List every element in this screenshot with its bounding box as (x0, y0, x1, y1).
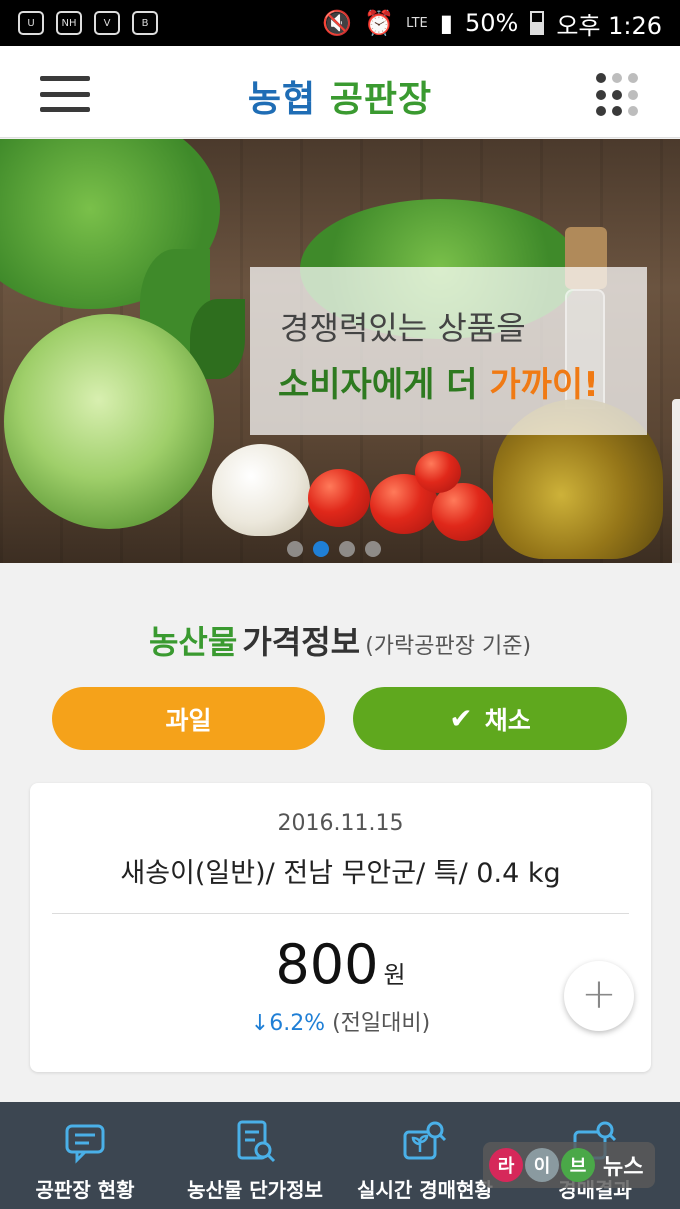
tab-vegetable-label: 채소 (484, 705, 531, 735)
signal-icon: ▮ (439, 9, 453, 37)
price-unit: 원 (383, 961, 406, 989)
band-icon: B (132, 11, 158, 35)
price-card[interactable]: 2016.11.15 새송이(일반)/ 전남 무안군/ 특/ 0.4 kg 80… (30, 783, 651, 1072)
chat-bubble-icon (65, 1124, 105, 1164)
banner-line-1: 경쟁력있는 상품을 (280, 309, 526, 347)
watermark-text: 뉴스 (603, 1155, 644, 1180)
banner-line-2-main: 소비자에게 더 (278, 365, 490, 405)
watermark-badge: 라 이 브 뉴스 (483, 1142, 655, 1188)
logo-gongpanjang: 공판장 (329, 79, 433, 120)
pager-dot[interactable] (287, 541, 303, 557)
title-price-info: 가격정보 (242, 623, 361, 661)
price-number: 800 (275, 933, 379, 996)
price-date: 2016.11.15 (277, 811, 404, 836)
card-divider (52, 913, 629, 914)
pager-dot-active[interactable] (313, 541, 329, 557)
promo-banner[interactable]: 경쟁력있는 상품을 소비자에게 더 가까이! (0, 139, 680, 563)
check-icon: ✔ (449, 702, 473, 735)
lte-label: LTE (406, 15, 428, 31)
banner-line-2: 소비자에게 더 가까이! (278, 357, 599, 406)
nav-label: 공판장 현황 (35, 1178, 135, 1202)
pager-dot[interactable] (339, 541, 355, 557)
expand-plus-icon[interactable]: + (564, 961, 634, 1031)
alarm-icon: ⏰ (364, 9, 395, 37)
price-value: 800 원 (30, 933, 651, 996)
price-change: ↓6.2% (전일대비) (30, 1005, 651, 1037)
price-info-title: 농산물 가격정보 (가락공판장 기준) (0, 617, 680, 663)
next-slide-peek (672, 399, 680, 563)
title-produce: 농산물 (148, 623, 238, 661)
cabbage-image (4, 314, 214, 529)
nh-shield-icon: NH (56, 11, 82, 35)
change-compare: (전일대비) (332, 1011, 431, 1036)
logo-nonghyup: 농협 (247, 79, 317, 120)
app-header: 농협 공판장 (0, 46, 680, 138)
banner-pager[interactable] (287, 541, 381, 557)
apps-grid-icon[interactable] (596, 73, 640, 117)
item-description: 새송이(일반)/ 전남 무안군/ 특/ 0.4 kg (120, 858, 561, 889)
watermark-char: 라 (489, 1148, 523, 1182)
tab-fruit-label: 과일 (165, 705, 212, 735)
nav-label: 농산물 단가정보 (187, 1178, 323, 1202)
mute-icon: 🔇 (322, 9, 353, 37)
banner-text-box: 경쟁력있는 상품을 소비자에게 더 가까이! (250, 267, 647, 435)
tab-fruit[interactable]: 과일 (52, 687, 325, 750)
battery-icon (530, 11, 545, 35)
clock: 오후 1:26 (556, 11, 662, 40)
app-logo[interactable]: 농협 공판장 (0, 70, 680, 122)
document-search-icon (237, 1120, 276, 1163)
title-basis: (가락공판장 기준) (365, 634, 532, 659)
watermark-char: 브 (561, 1148, 595, 1182)
v3-icon: V (94, 11, 120, 35)
pager-dot[interactable] (365, 541, 381, 557)
sprout-search-icon (403, 1121, 447, 1160)
garlic-image (212, 444, 310, 536)
nav-market-status[interactable]: 공판장 현황 (0, 1102, 170, 1209)
u-plus-icon: U (18, 11, 44, 35)
status-bar: U NH V B 🔇 ⏰ LTE ▮ 50% 오후 1:26 (0, 0, 680, 46)
tab-vegetable[interactable]: ✔ 채소 (353, 687, 627, 750)
nav-unit-price[interactable]: 농산물 단가정보 (170, 1102, 340, 1209)
banner-highlight: 가까이! (489, 365, 599, 405)
change-percent: ↓6.2% (250, 1011, 326, 1036)
watermark-char: 이 (525, 1148, 559, 1182)
battery-percent: 50% (464, 9, 519, 37)
